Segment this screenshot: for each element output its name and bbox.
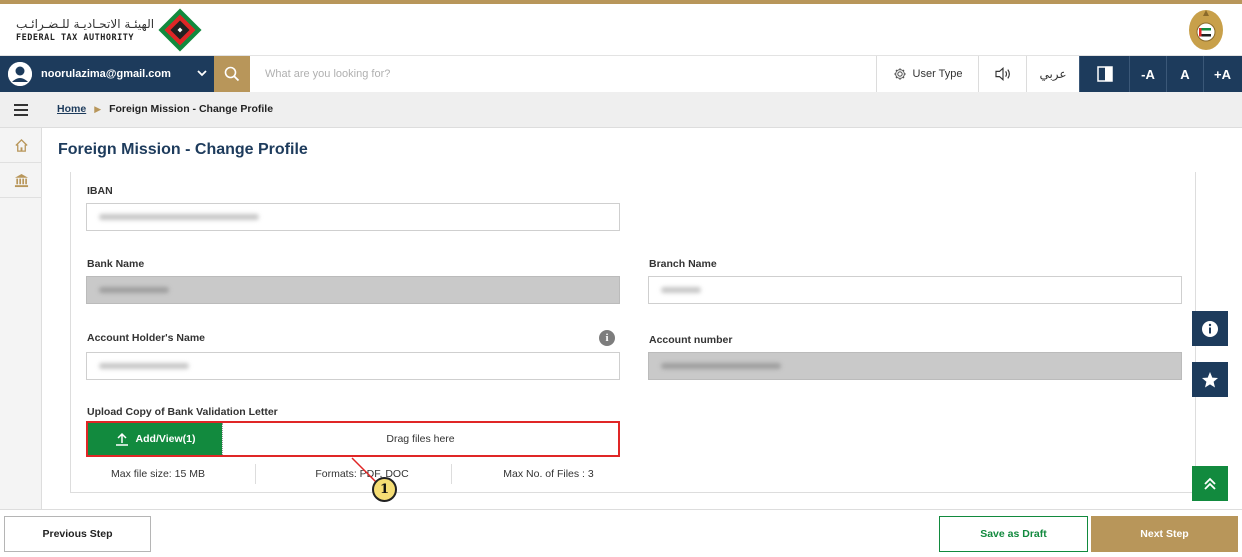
logo-arabic-text: الهيئـة الاتحـاديـة للـضـرائـب [16, 17, 155, 31]
contrast-toggle[interactable] [1079, 56, 1129, 92]
account-number-field [648, 352, 1182, 380]
add-view-button[interactable]: Add/View(1) [88, 423, 222, 455]
uae-emblem-icon [1189, 10, 1223, 50]
search-input[interactable] [250, 56, 876, 92]
chevron-down-icon [197, 70, 207, 77]
font-increase-button[interactable]: +A [1203, 56, 1241, 92]
info-float-button[interactable] [1192, 311, 1228, 346]
account-number-label: Account number [649, 334, 733, 346]
branch-name-field[interactable] [648, 276, 1182, 304]
max-file-size-text: Max file size: 15 MB [111, 468, 205, 480]
iban-redacted-value [99, 214, 259, 220]
step-callout-badge: 1 [372, 477, 397, 502]
fta-logo-icon [158, 8, 202, 52]
info-icon[interactable]: i [599, 330, 615, 346]
bank-name-field [86, 276, 620, 304]
divider [255, 464, 256, 484]
breadcrumb-bar: Home ▶ Foreign Mission - Change Profile [0, 92, 1242, 128]
scroll-top-button[interactable] [1192, 466, 1228, 501]
bank-name-label: Bank Name [87, 258, 145, 270]
breadcrumb-current: Foreign Mission - Change Profile [109, 103, 274, 115]
breadcrumb-separator-icon: ▶ [94, 103, 102, 114]
favorite-float-button[interactable] [1192, 362, 1228, 397]
account-holder-redacted-value [99, 363, 189, 369]
user-menu[interactable]: noorulazima@gmail.com [0, 56, 214, 92]
iban-field[interactable] [86, 203, 620, 231]
user-type-label: User Type [912, 68, 963, 80]
save-draft-button[interactable]: Save as Draft [939, 516, 1088, 552]
upload-label: Upload Copy of Bank Validation Letter [87, 406, 278, 418]
upload-dropzone: Add/View(1) Drag files here [86, 421, 620, 457]
breadcrumb-home-link[interactable]: Home [57, 103, 86, 115]
account-number-redacted-value [661, 363, 781, 369]
accessibility-tools: User Type عربي -A A +A [876, 56, 1241, 92]
account-holder-label: Account Holder's Name [87, 332, 206, 344]
left-sidebar [0, 128, 42, 509]
page-title: Foreign Mission - Change Profile [58, 141, 308, 158]
top-navbar: noorulazima@gmail.com User Type عربي [0, 56, 1242, 92]
fta-logo[interactable]: الهيئـة الاتحـاديـة للـضـرائـب FEDERAL T… [16, 8, 202, 52]
font-normal-button[interactable]: A [1166, 56, 1203, 92]
hamburger-menu-icon[interactable] [14, 104, 28, 116]
account-holder-field[interactable] [86, 352, 620, 380]
main-content: Foreign Mission - Change Profile IBAN Ba… [42, 128, 1226, 498]
speaker-icon [994, 67, 1010, 81]
branch-name-label: Branch Name [649, 258, 717, 270]
drag-files-area[interactable]: Drag files here [222, 423, 618, 455]
gear-icon [893, 68, 906, 80]
bank-building-icon [14, 173, 28, 187]
sidebar-item-institution[interactable] [0, 163, 42, 198]
user-type-button[interactable]: User Type [876, 56, 978, 92]
site-header: الهيئـة الاتحـاديـة للـضـرائـب FEDERAL T… [0, 4, 1242, 56]
previous-step-button[interactable]: Previous Step [4, 516, 151, 552]
language-toggle[interactable]: عربي [1026, 56, 1079, 92]
logo-english-text: FEDERAL TAX AUTHORITY [16, 33, 134, 43]
search-icon [224, 66, 240, 82]
contrast-icon [1096, 66, 1113, 82]
star-icon [1202, 371, 1218, 387]
branch-name-redacted-value [661, 287, 701, 293]
divider [451, 464, 452, 484]
home-icon [14, 138, 28, 152]
double-chevron-up-icon [1204, 477, 1216, 490]
bank-name-redacted-value [99, 287, 169, 293]
iban-label: IBAN [87, 185, 113, 197]
user-avatar-icon [8, 62, 32, 86]
upload-icon [115, 432, 128, 446]
next-step-button[interactable]: Next Step [1091, 516, 1238, 552]
form-footer: Previous Step Save as Draft Next Step [0, 509, 1242, 557]
text-to-speech-button[interactable] [978, 56, 1026, 92]
add-view-label: Add/View(1) [135, 433, 196, 445]
breadcrumb: Home ▶ Foreign Mission - Change Profile [57, 103, 273, 115]
user-email: noorulazima@gmail.com [41, 68, 171, 80]
max-files-text: Max No. of Files : 3 [503, 468, 594, 480]
sidebar-item-home[interactable] [0, 128, 42, 163]
info-circle-icon [1202, 320, 1218, 337]
search-button[interactable] [214, 56, 250, 92]
font-decrease-button[interactable]: -A [1129, 56, 1166, 92]
